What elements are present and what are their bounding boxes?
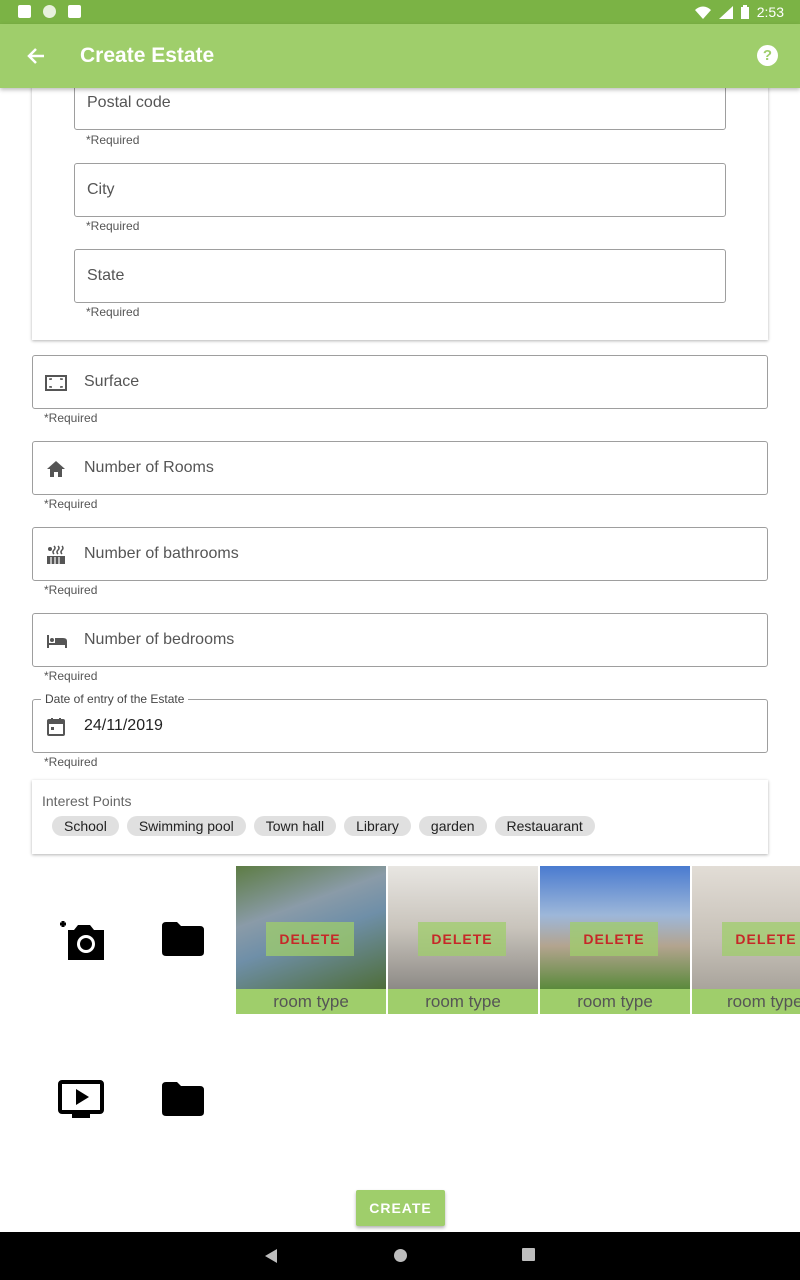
folder-icon[interactable] xyxy=(162,922,204,961)
arrow-back-icon[interactable] xyxy=(22,42,50,70)
home-icon xyxy=(47,461,65,477)
room-type-label[interactable]: room type xyxy=(540,989,690,1014)
chip-town-hall[interactable]: Town hall xyxy=(253,816,337,836)
nav-recents-icon[interactable] xyxy=(522,1248,535,1261)
surface-icon xyxy=(45,375,67,391)
chip-school[interactable]: School xyxy=(52,816,119,836)
required-label: *Required xyxy=(44,411,98,425)
nav-back-icon[interactable] xyxy=(264,1248,278,1264)
notification-icon xyxy=(18,5,31,18)
chip-swimming-pool[interactable]: Swimming pool xyxy=(126,816,246,836)
video-player-icon[interactable] xyxy=(58,1080,106,1125)
hot-tub-icon xyxy=(47,545,65,564)
required-label: *Required xyxy=(86,305,140,319)
bedrooms-field[interactable]: Number of bedrooms xyxy=(32,613,768,667)
bedrooms-hint: Number of bedrooms xyxy=(84,631,235,648)
date-label: Date of entry of the Estate xyxy=(41,692,189,706)
delete-photo-button[interactable]: DELETE xyxy=(266,922,354,956)
interest-points-card: Interest Points School Swimming pool Tow… xyxy=(32,780,768,854)
help-icon[interactable]: ? xyxy=(757,45,778,66)
surface-hint: Surface xyxy=(84,373,140,390)
battery-icon xyxy=(740,5,749,19)
folder-icon[interactable] xyxy=(162,1082,204,1121)
nav-home-icon[interactable] xyxy=(393,1248,408,1263)
surface-field[interactable]: Surface xyxy=(32,355,768,409)
room-type-label[interactable]: room type xyxy=(692,989,800,1014)
photo-item[interactable]: DELETE room type xyxy=(692,866,800,1014)
photo-item[interactable]: DELETE room type xyxy=(540,866,690,1014)
sd-card-icon xyxy=(68,5,81,18)
city-hint: City xyxy=(87,181,115,198)
required-label: *Required xyxy=(44,669,98,683)
create-button[interactable]: CREATE xyxy=(356,1190,445,1226)
app-bar: Create Estate ? xyxy=(0,24,800,88)
rooms-field[interactable]: Number of Rooms xyxy=(32,441,768,495)
room-type-label[interactable]: room type xyxy=(236,989,386,1014)
chip-restaurant[interactable]: Restauarant xyxy=(494,816,595,836)
signal-icon xyxy=(718,5,733,19)
chip-library[interactable]: Library xyxy=(344,816,411,836)
postal-code-hint: Postal code xyxy=(87,94,171,111)
required-label: *Required xyxy=(44,755,98,769)
city-field[interactable]: City xyxy=(74,163,726,217)
status-bar: 2:53 xyxy=(0,0,800,24)
photo-item[interactable]: DELETE room type xyxy=(388,866,538,1014)
required-label: *Required xyxy=(44,583,98,597)
system-nav-bar xyxy=(0,1232,800,1280)
page-title: Create Estate xyxy=(80,44,215,67)
date-field[interactable]: Date of entry of the Estate 24/11/2019 xyxy=(32,692,768,753)
room-type-label[interactable]: room type xyxy=(388,989,538,1014)
bathrooms-hint: Number of bathrooms xyxy=(84,545,239,562)
rooms-hint: Number of Rooms xyxy=(84,459,214,476)
clock: 2:53 xyxy=(756,4,784,20)
date-value: 24/11/2019 xyxy=(84,717,163,734)
bed-icon xyxy=(47,635,67,648)
chip-garden[interactable]: garden xyxy=(418,816,487,836)
required-label: *Required xyxy=(44,497,98,511)
delete-photo-button[interactable]: DELETE xyxy=(418,922,506,956)
calendar-icon xyxy=(47,718,65,736)
required-label: *Required xyxy=(86,133,140,147)
delete-photo-button[interactable]: DELETE xyxy=(570,922,658,956)
state-hint: State xyxy=(87,267,125,284)
delete-photo-button[interactable]: DELETE xyxy=(722,922,800,956)
wifi-icon xyxy=(694,6,711,19)
state-field[interactable]: State xyxy=(74,249,726,303)
address-card: Postal code *Required City *Required Sta… xyxy=(32,76,768,340)
notification-icon xyxy=(43,5,56,18)
add-photo-camera-icon[interactable] xyxy=(58,916,106,965)
required-label: *Required xyxy=(86,219,140,233)
bathrooms-field[interactable]: Number of bathrooms xyxy=(32,527,768,581)
photo-item[interactable]: DELETE room type xyxy=(236,866,386,1014)
interest-points-title: Interest Points xyxy=(42,793,132,809)
